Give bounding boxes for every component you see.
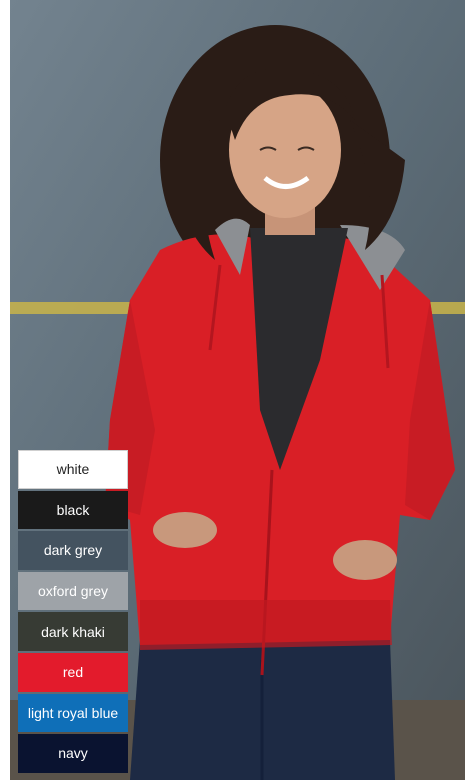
color-swatch-light-royal-blue[interactable]: light royal blue	[18, 693, 128, 733]
left-hand	[153, 512, 217, 548]
color-swatch-black[interactable]: black	[18, 490, 128, 530]
color-swatch-list: white black dark grey oxford grey dark k…	[18, 450, 128, 773]
color-swatch-dark-grey[interactable]: dark grey	[18, 531, 128, 570]
color-swatch-dark-khaki[interactable]: dark khaki	[18, 612, 128, 651]
color-swatch-white[interactable]: white	[18, 450, 128, 489]
color-swatch-navy[interactable]: navy	[18, 734, 128, 773]
color-swatch-red[interactable]: red	[18, 652, 128, 692]
color-swatch-oxford-grey[interactable]: oxford grey	[18, 571, 128, 611]
right-hand	[333, 540, 397, 580]
